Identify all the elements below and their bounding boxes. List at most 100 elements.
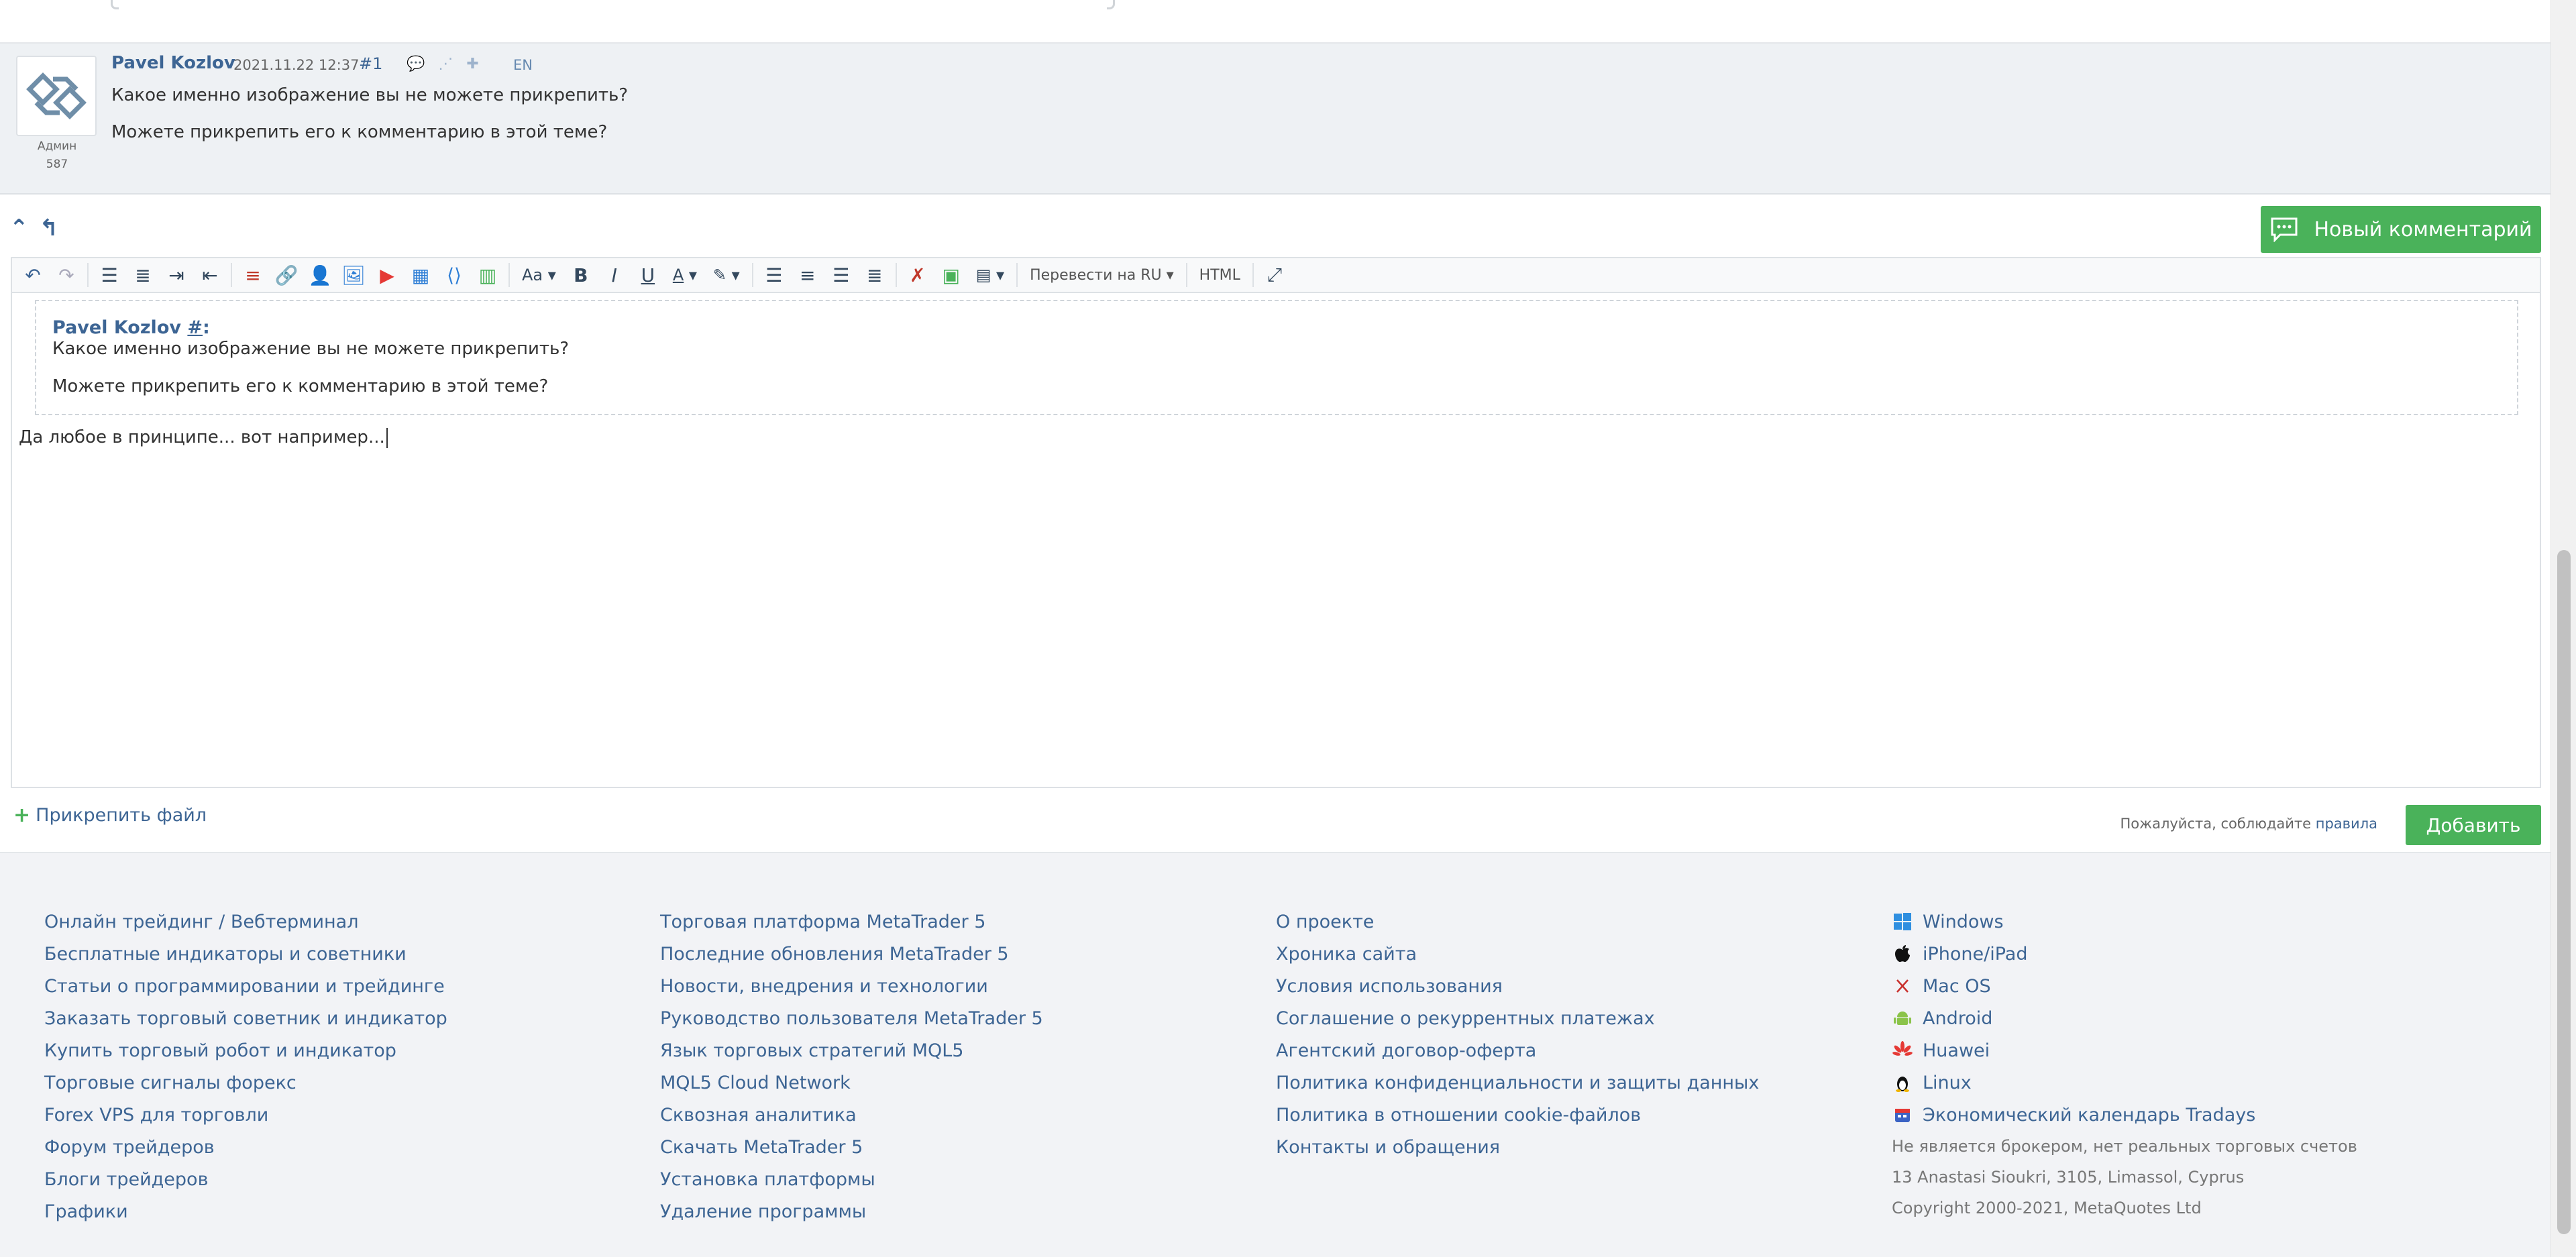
footer-app-label: Huawei <box>1923 1040 1990 1061</box>
footer-app-label: iPhone/iPad <box>1923 943 2028 965</box>
image-icon[interactable]: 🖼 <box>337 258 370 292</box>
footer-link[interactable]: Язык торговых стратегий MQL5 <box>660 1034 1043 1067</box>
table-icon[interactable]: ▦ <box>404 258 437 292</box>
horizontal-rule-icon[interactable]: ≡ <box>236 258 270 292</box>
footer-app-linux[interactable]: Linux <box>1892 1067 2357 1099</box>
toolbar-divider <box>231 263 232 287</box>
footer-link[interactable]: Графики <box>44 1195 447 1227</box>
footer-link[interactable]: Онлайн трейдинг / Вебтерминал <box>44 906 447 938</box>
footer-link[interactable]: Статьи о программировании и трейдинге <box>44 970 447 1002</box>
clear-format-icon[interactable]: ✗ <box>901 258 934 292</box>
footer-link[interactable]: Торговая платформа MetaTrader 5 <box>660 906 1043 938</box>
toolbar-divider <box>508 263 510 287</box>
user-mention-icon[interactable]: 👤 <box>303 258 337 292</box>
spoiler-icon[interactable]: ▣ <box>934 258 968 292</box>
footer-app-tradays[interactable]: Экономический календарь Tradays <box>1892 1099 2357 1131</box>
rules-note-text: Пожалуйста, соблюдайте <box>2120 816 2316 832</box>
footer-link[interactable]: Заказать торговый советник и индикатор <box>44 1002 447 1034</box>
comment-bubble-icon <box>2271 217 2298 242</box>
footer-link[interactable]: Блоги трейдеров <box>44 1163 447 1195</box>
align-left-icon[interactable]: ☰ <box>757 258 791 292</box>
chart-icon[interactable]: ▥ <box>471 258 504 292</box>
footer-disclaimer: Не является брокером, нет реальных торго… <box>1892 1137 2357 1156</box>
rules-link[interactable]: правила <box>2316 816 2377 832</box>
arrow-up-left-icon[interactable]: ↰ <box>40 215 59 241</box>
footer-link[interactable]: Новости, внедрения и технологии <box>660 970 1043 1002</box>
attach-file-link[interactable]: + Прикрепить файл <box>13 804 207 827</box>
footer-link[interactable]: Скачать MetaTrader 5 <box>660 1131 1043 1163</box>
bullet-list-icon[interactable]: ☰ <box>93 258 126 292</box>
footer-app-android[interactable]: Android <box>1892 1002 2357 1034</box>
footer-link[interactable]: Политика конфиденциальности и защиты дан… <box>1276 1067 1759 1099</box>
footer-app-huawei[interactable]: Huawei <box>1892 1034 2357 1067</box>
page-scrollbar[interactable] <box>2551 0 2576 1257</box>
comment-author[interactable]: Pavel Kozlov <box>111 53 235 73</box>
comment: Админ 587 Pavel Kozlov 2021.11.22 12:37 … <box>0 44 2551 195</box>
undo-icon[interactable]: ↶ <box>16 258 50 292</box>
align-right-icon[interactable]: ☰ <box>824 258 858 292</box>
indent-icon[interactable]: ⇥ <box>160 258 193 292</box>
underline-button[interactable]: U <box>631 258 665 292</box>
font-size-dropdown[interactable]: Aa ▾ <box>514 258 564 292</box>
footer-link[interactable]: Последние обновления MetaTrader 5 <box>660 938 1043 970</box>
footer-link[interactable]: Хроника сайта <box>1276 938 1759 970</box>
footer-link[interactable]: Бесплатные индикаторы и советники <box>44 938 447 970</box>
bold-button[interactable]: B <box>564 258 598 292</box>
scrollbar-thumb[interactable] <box>2557 550 2571 1234</box>
redo-icon[interactable]: ↷ <box>50 258 83 292</box>
video-icon[interactable]: ▶ <box>370 258 404 292</box>
insert-dropdown[interactable]: ▤ ▾ <box>968 258 1012 292</box>
numbered-list-icon[interactable]: ≣ <box>126 258 160 292</box>
comment-number-link[interactable]: #1 <box>359 54 382 73</box>
comment-editor[interactable]: Pavel Kozlov #: Какое именно изображение… <box>11 293 2541 788</box>
reply-text[interactable]: Да любое в принципе... вот например... <box>19 427 388 448</box>
footer-link[interactable]: MQL5 Cloud Network <box>660 1067 1043 1099</box>
add-comment-button[interactable]: Добавить <box>2406 805 2541 845</box>
footer-link[interactable]: Политика в отношении cookie-файлов <box>1276 1099 1759 1131</box>
footer-app-macos[interactable]: Mac OS <box>1892 970 2357 1002</box>
font-color-dropdown[interactable]: A ▾ <box>665 258 705 292</box>
quote-link[interactable]: # <box>187 317 203 338</box>
code-icon[interactable]: ⟨⟩ <box>437 258 471 292</box>
footer-link[interactable]: Руководство пользователя MetaTrader 5 <box>660 1002 1043 1034</box>
html-mode-button[interactable]: HTML <box>1191 258 1248 292</box>
new-comment-button[interactable]: Новый комментарий <box>2261 206 2541 253</box>
footer-link[interactable]: Условия использования <box>1276 970 1759 1002</box>
footer-app-iphone[interactable]: iPhone/iPad <box>1892 938 2357 970</box>
footer-app-label: Windows <box>1923 911 2004 932</box>
highlight-dropdown[interactable]: ✎ ▾ <box>705 258 748 292</box>
footer-link[interactable]: Соглашение о рекуррентных платежах <box>1276 1002 1759 1034</box>
align-justify-icon[interactable]: ≣ <box>858 258 892 292</box>
toolbar-divider <box>1016 263 1018 287</box>
comment-actions: 💬 ⋰ ✚ <box>407 56 479 72</box>
italic-button[interactable]: I <box>598 258 631 292</box>
outdent-icon[interactable]: ⇤ <box>193 258 227 292</box>
footer-link[interactable]: Торговые сигналы форекс <box>44 1067 447 1099</box>
footer-link[interactable]: Установка платформы <box>660 1163 1043 1195</box>
plus-icon: + <box>13 804 31 827</box>
footer-link[interactable]: Контакты и обращения <box>1276 1131 1759 1163</box>
footer-link[interactable]: Агентский договор-оферта <box>1276 1034 1759 1067</box>
footer-link[interactable]: О проекте <box>1276 906 1759 938</box>
double-chevron-up-icon[interactable]: ⌃ <box>9 215 29 241</box>
apple-icon <box>1892 943 1913 965</box>
language-badge[interactable]: EN <box>513 57 533 73</box>
translate-dropdown[interactable]: Перевести на RU ▾ <box>1022 258 1182 292</box>
comment-date: 2021.11.22 12:37 <box>233 57 360 73</box>
footer-link[interactable]: Форум трейдеров <box>44 1131 447 1163</box>
windows-icon <box>1892 911 1913 932</box>
link-icon[interactable]: 🔗 <box>270 258 303 292</box>
footer-link[interactable]: Удаление программы <box>660 1195 1043 1227</box>
footer-app-windows[interactable]: Windows <box>1892 906 2357 938</box>
reply-icon[interactable]: 💬 <box>407 56 425 72</box>
footer-link[interactable]: Купить торговый робот и индикатор <box>44 1034 447 1067</box>
footer-link[interactable]: Сквозная аналитика <box>660 1099 1043 1131</box>
quote-author-name[interactable]: Pavel Kozlov <box>52 317 181 338</box>
share-icon[interactable]: ⋰ <box>438 56 453 72</box>
avatar[interactable] <box>16 56 97 136</box>
align-center-icon[interactable]: ≡ <box>791 258 824 292</box>
user-role: Админ <box>37 140 77 153</box>
fullscreen-icon[interactable]: ⤢ <box>1258 258 1291 292</box>
plus-icon[interactable]: ✚ <box>466 56 478 72</box>
footer-link[interactable]: Forex VPS для торговли <box>44 1099 447 1131</box>
